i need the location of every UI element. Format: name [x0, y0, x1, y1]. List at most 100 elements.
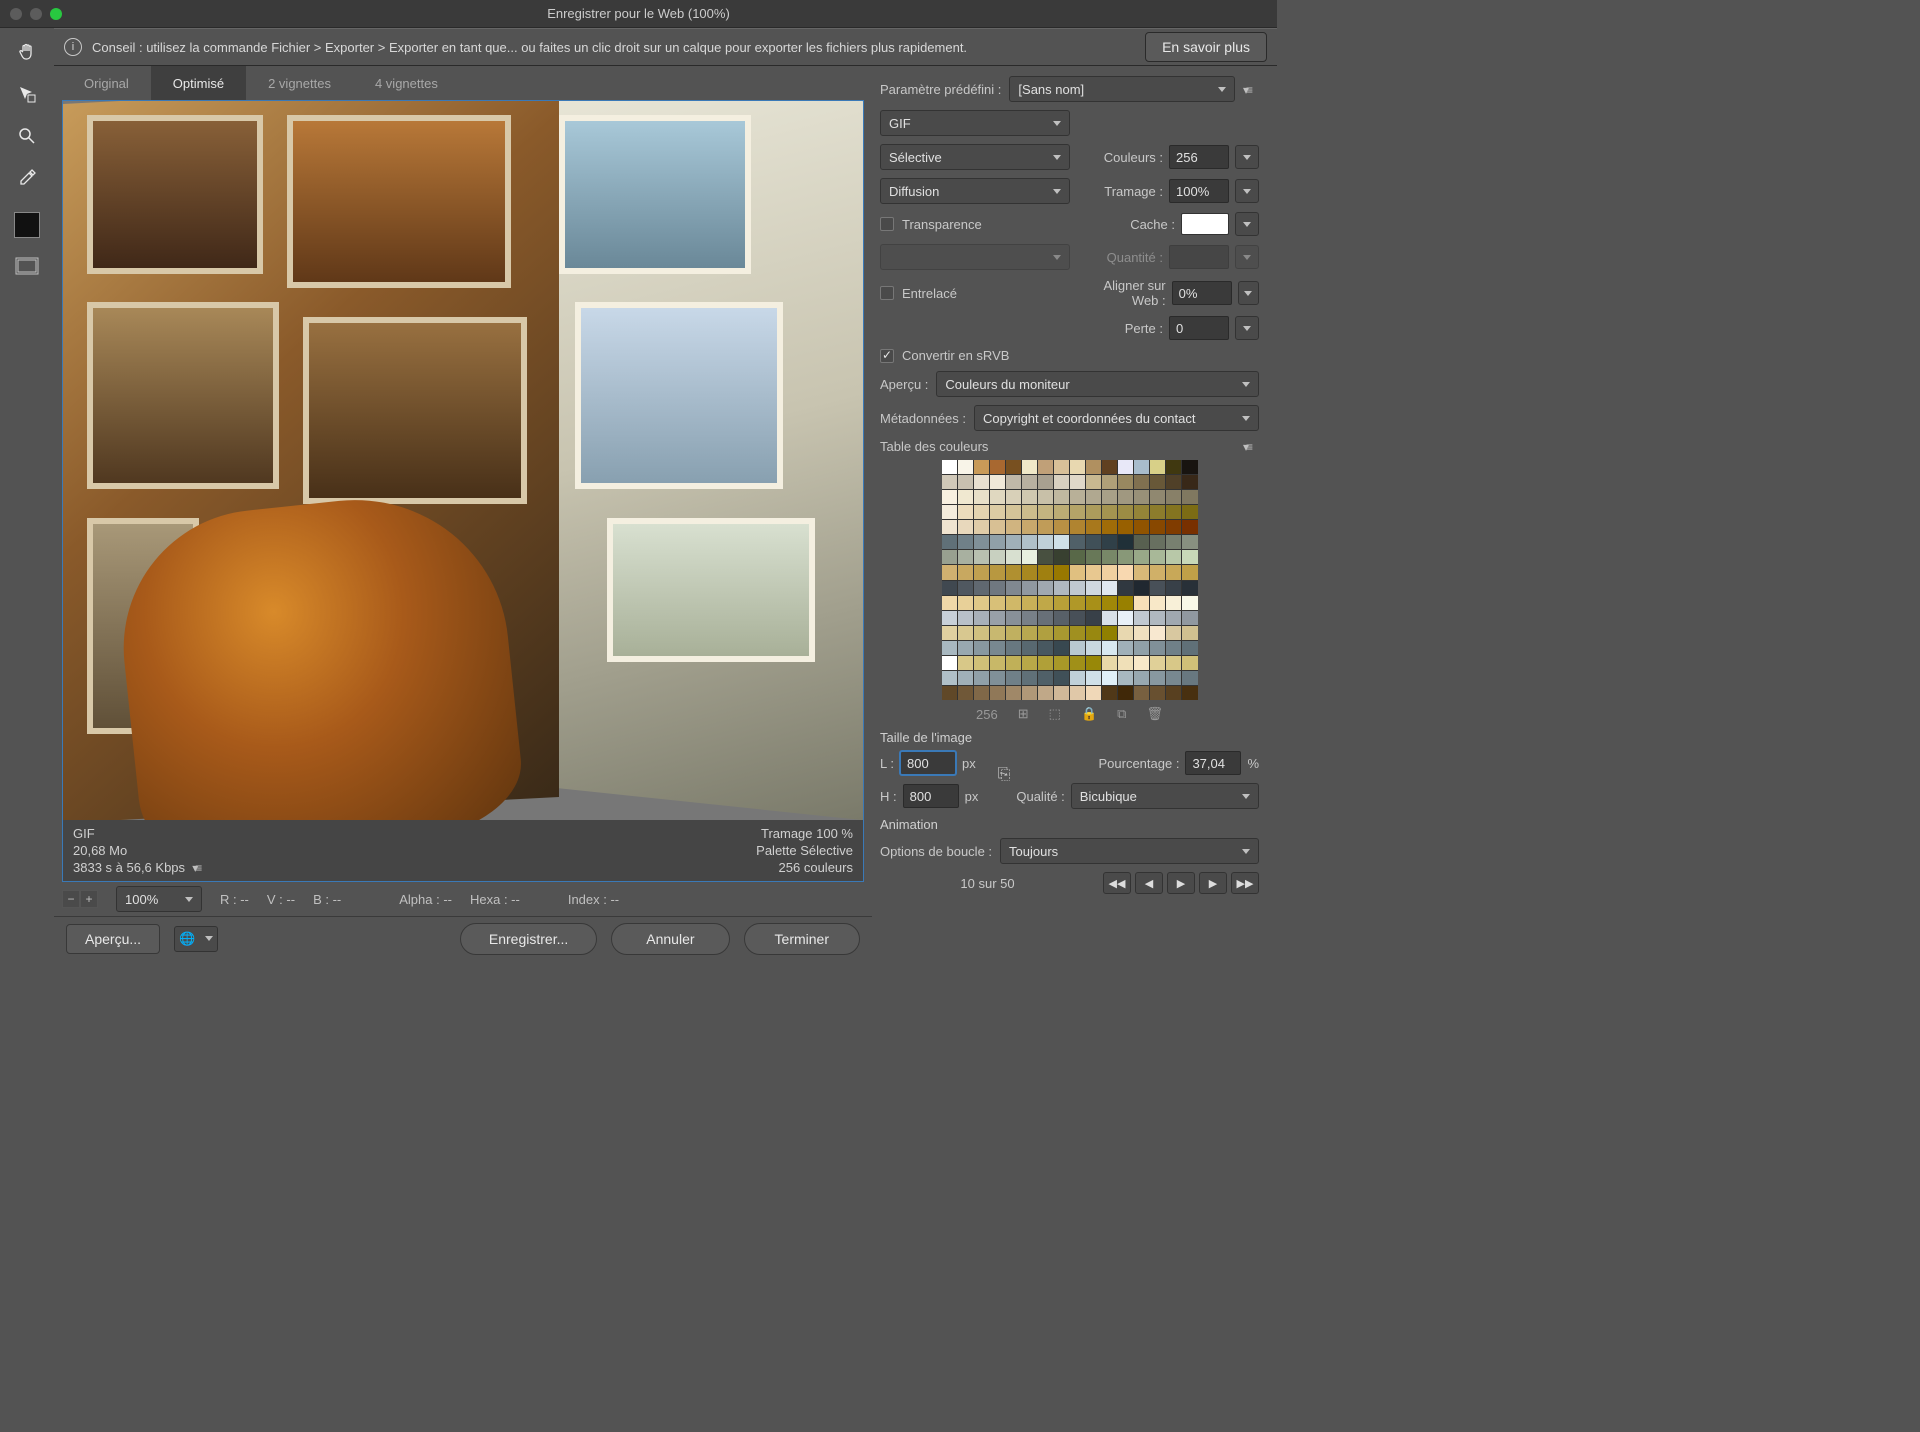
- color-swatch-cell[interactable]: [958, 686, 973, 700]
- color-table-grid[interactable]: [942, 460, 1198, 700]
- color-swatch-cell[interactable]: [1182, 581, 1197, 595]
- width-input[interactable]: [900, 751, 956, 775]
- color-swatch-cell[interactable]: [1134, 505, 1149, 519]
- tab-4up[interactable]: 4 vignettes: [353, 66, 460, 100]
- color-swatch-cell[interactable]: [1150, 596, 1165, 610]
- color-swatch-cell[interactable]: [1070, 686, 1085, 700]
- color-swatch-cell[interactable]: [1070, 550, 1085, 564]
- tab-original[interactable]: Original: [62, 66, 151, 100]
- color-swatch-cell[interactable]: [974, 490, 989, 504]
- color-swatch-cell[interactable]: [1102, 581, 1117, 595]
- color-swatch-cell[interactable]: [942, 686, 957, 700]
- color-swatch-cell[interactable]: [942, 520, 957, 534]
- percent-input[interactable]: [1185, 751, 1241, 775]
- color-swatch-cell[interactable]: [1086, 671, 1101, 685]
- color-swatch-cell[interactable]: [1102, 641, 1117, 655]
- color-swatch-cell[interactable]: [1086, 656, 1101, 670]
- color-swatch-cell[interactable]: [990, 656, 1005, 670]
- color-swatch-cell[interactable]: [1182, 490, 1197, 504]
- color-swatch-cell[interactable]: [1182, 475, 1197, 489]
- dither-algo-select[interactable]: Diffusion: [880, 178, 1070, 204]
- color-swatch-cell[interactable]: [990, 686, 1005, 700]
- color-swatch-cell[interactable]: [1038, 565, 1053, 579]
- color-swatch-cell[interactable]: [1070, 656, 1085, 670]
- color-swatch-cell[interactable]: [1054, 520, 1069, 534]
- color-swatch-cell[interactable]: [1102, 475, 1117, 489]
- color-swatch-cell[interactable]: [1166, 460, 1181, 474]
- color-swatch-cell[interactable]: [1086, 641, 1101, 655]
- color-swatch-cell[interactable]: [1134, 611, 1149, 625]
- color-swatch-cell[interactable]: [1070, 671, 1085, 685]
- color-swatch-cell[interactable]: [958, 535, 973, 549]
- color-swatch-cell[interactable]: [942, 641, 957, 655]
- color-swatch-cell[interactable]: [1038, 596, 1053, 610]
- color-swatch-cell[interactable]: [1102, 505, 1117, 519]
- color-swatch-cell[interactable]: [1054, 581, 1069, 595]
- preview-profile-select[interactable]: Couleurs du moniteur: [936, 371, 1259, 397]
- color-swatch-cell[interactable]: [942, 671, 957, 685]
- color-swatch-cell[interactable]: [1086, 581, 1101, 595]
- color-swatch-cell[interactable]: [1054, 671, 1069, 685]
- color-swatch-cell[interactable]: [974, 641, 989, 655]
- color-swatch-cell[interactable]: [1022, 641, 1037, 655]
- color-shift-icon[interactable]: ⬚: [1049, 706, 1061, 722]
- color-swatch-cell[interactable]: [1022, 611, 1037, 625]
- color-swatch-cell[interactable]: [1070, 581, 1085, 595]
- color-swatch-cell[interactable]: [1086, 475, 1101, 489]
- color-swatch-cell[interactable]: [990, 641, 1005, 655]
- color-swatch-cell[interactable]: [1054, 641, 1069, 655]
- last-frame-button[interactable]: ▶▶: [1231, 872, 1259, 894]
- color-swatch-cell[interactable]: [1134, 596, 1149, 610]
- color-swatch-cell[interactable]: [1118, 641, 1133, 655]
- color-swatch-cell[interactable]: [1054, 535, 1069, 549]
- color-swatch-cell[interactable]: [990, 490, 1005, 504]
- color-swatch-cell[interactable]: [942, 581, 957, 595]
- color-swatch-cell[interactable]: [1118, 581, 1133, 595]
- color-new-icon[interactable]: ⧉: [1117, 706, 1126, 722]
- color-swatch-cell[interactable]: [1070, 490, 1085, 504]
- color-swatch-cell[interactable]: [1134, 656, 1149, 670]
- color-swatch-cell[interactable]: [1054, 505, 1069, 519]
- metadata-select[interactable]: Copyright et coordonnées du contact: [974, 405, 1259, 431]
- color-swatch-cell[interactable]: [942, 460, 957, 474]
- dither-dropdown[interactable]: [1235, 179, 1259, 203]
- color-swatch-cell[interactable]: [1086, 520, 1101, 534]
- color-swatch-cell[interactable]: [1102, 611, 1117, 625]
- color-swatch-cell[interactable]: [1134, 626, 1149, 640]
- constrain-proportions-icon[interactable]: ⎘: [998, 766, 1011, 784]
- color-swatch-cell[interactable]: [1006, 686, 1021, 700]
- color-swatch-cell[interactable]: [1038, 641, 1053, 655]
- websnap-input[interactable]: [1172, 281, 1232, 305]
- color-swatch-cell[interactable]: [1038, 671, 1053, 685]
- color-swatch-cell[interactable]: [1182, 550, 1197, 564]
- slice-select-tool-icon[interactable]: [13, 80, 41, 108]
- color-swatch-cell[interactable]: [942, 626, 957, 640]
- color-delete-icon[interactable]: 🗑: [1146, 706, 1163, 722]
- color-swatch-cell[interactable]: [1182, 505, 1197, 519]
- color-swatch-cell[interactable]: [974, 656, 989, 670]
- color-swatch-cell[interactable]: [1022, 520, 1037, 534]
- color-swatch-cell[interactable]: [1086, 490, 1101, 504]
- color-swatch-cell[interactable]: [1006, 520, 1021, 534]
- color-swatch-cell[interactable]: [958, 626, 973, 640]
- format-select[interactable]: GIF: [880, 110, 1070, 136]
- color-swatch-cell[interactable]: [1086, 611, 1101, 625]
- color-swatch-cell[interactable]: [1118, 611, 1133, 625]
- color-swatch-cell[interactable]: [1022, 475, 1037, 489]
- color-swatch-cell[interactable]: [1070, 460, 1085, 474]
- color-swatch-cell[interactable]: [1038, 460, 1053, 474]
- color-swatch-cell[interactable]: [958, 656, 973, 670]
- loop-select[interactable]: Toujours: [1000, 838, 1259, 864]
- color-swatch-cell[interactable]: [1150, 490, 1165, 504]
- color-swatch-cell[interactable]: [1070, 611, 1085, 625]
- color-swatch-cell[interactable]: [1038, 581, 1053, 595]
- color-swatch-cell[interactable]: [1182, 611, 1197, 625]
- color-swatch-cell[interactable]: [1070, 641, 1085, 655]
- color-swatch-cell[interactable]: [1166, 490, 1181, 504]
- color-swatch-cell[interactable]: [958, 611, 973, 625]
- color-swatch-cell[interactable]: [1134, 565, 1149, 579]
- colors-input[interactable]: [1169, 145, 1229, 169]
- color-swatch-cell[interactable]: [1006, 505, 1021, 519]
- hand-tool-icon[interactable]: [13, 38, 41, 66]
- color-swatch-cell[interactable]: [1006, 460, 1021, 474]
